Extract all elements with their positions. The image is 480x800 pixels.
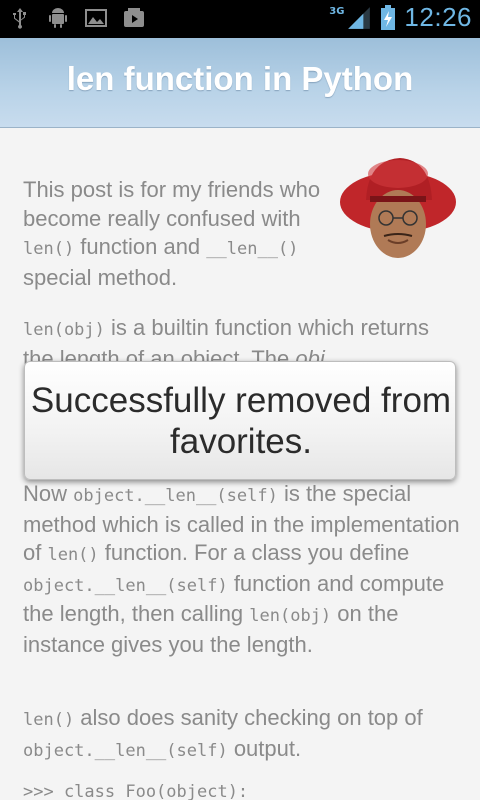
post-paragraph-3: Now object.__len__(self) is the special … (23, 480, 463, 659)
text-span: This post is for my friends who become r… (23, 177, 321, 231)
inline-code: object.__len__(self) (23, 575, 228, 596)
text-span: function. For a class you define (98, 540, 410, 565)
inline-code: len() (23, 239, 75, 259)
post-paragraph-1: This post is for my friends who become r… (23, 176, 323, 292)
text-span: special method. (23, 264, 178, 290)
toast-notification: Successfully removed from favorites. (24, 361, 456, 480)
status-bar: 3G 12:26 (0, 0, 480, 38)
gallery-icon (85, 9, 107, 27)
inline-code: len() (23, 710, 75, 730)
battery-charging-icon (381, 4, 396, 30)
post-paragraph-4: len() also does sanity checking on top o… (23, 704, 463, 765)
inline-code: len(obj) (23, 320, 105, 340)
text-span: also does sanity checking on top of (74, 705, 423, 730)
inline-code: object.__len__(self) (23, 740, 228, 761)
toast-message: Successfully removed from favorites. (30, 381, 452, 461)
inline-code: len(obj) (249, 606, 332, 626)
author-avatar (340, 158, 456, 258)
text-span: output. (227, 735, 302, 761)
inline-code: object.__len__(self) (73, 486, 278, 506)
inline-code: __len__() (206, 239, 299, 259)
network-type-label: 3G (329, 6, 345, 17)
action-bar: len function in Python (0, 38, 480, 128)
inline-code: len() (47, 545, 99, 565)
notification-icons (8, 6, 146, 30)
code-block: >>> class Foo(object): (23, 782, 249, 800)
android-debug-icon (49, 8, 67, 28)
media-play-icon (124, 8, 144, 27)
page-title: len function in Python (66, 60, 414, 97)
signal-icon (348, 6, 371, 29)
usb-icon (13, 8, 26, 29)
clock: 12:26 (404, 2, 472, 32)
text-span: function and (74, 234, 207, 259)
text-span: Now (23, 481, 74, 506)
